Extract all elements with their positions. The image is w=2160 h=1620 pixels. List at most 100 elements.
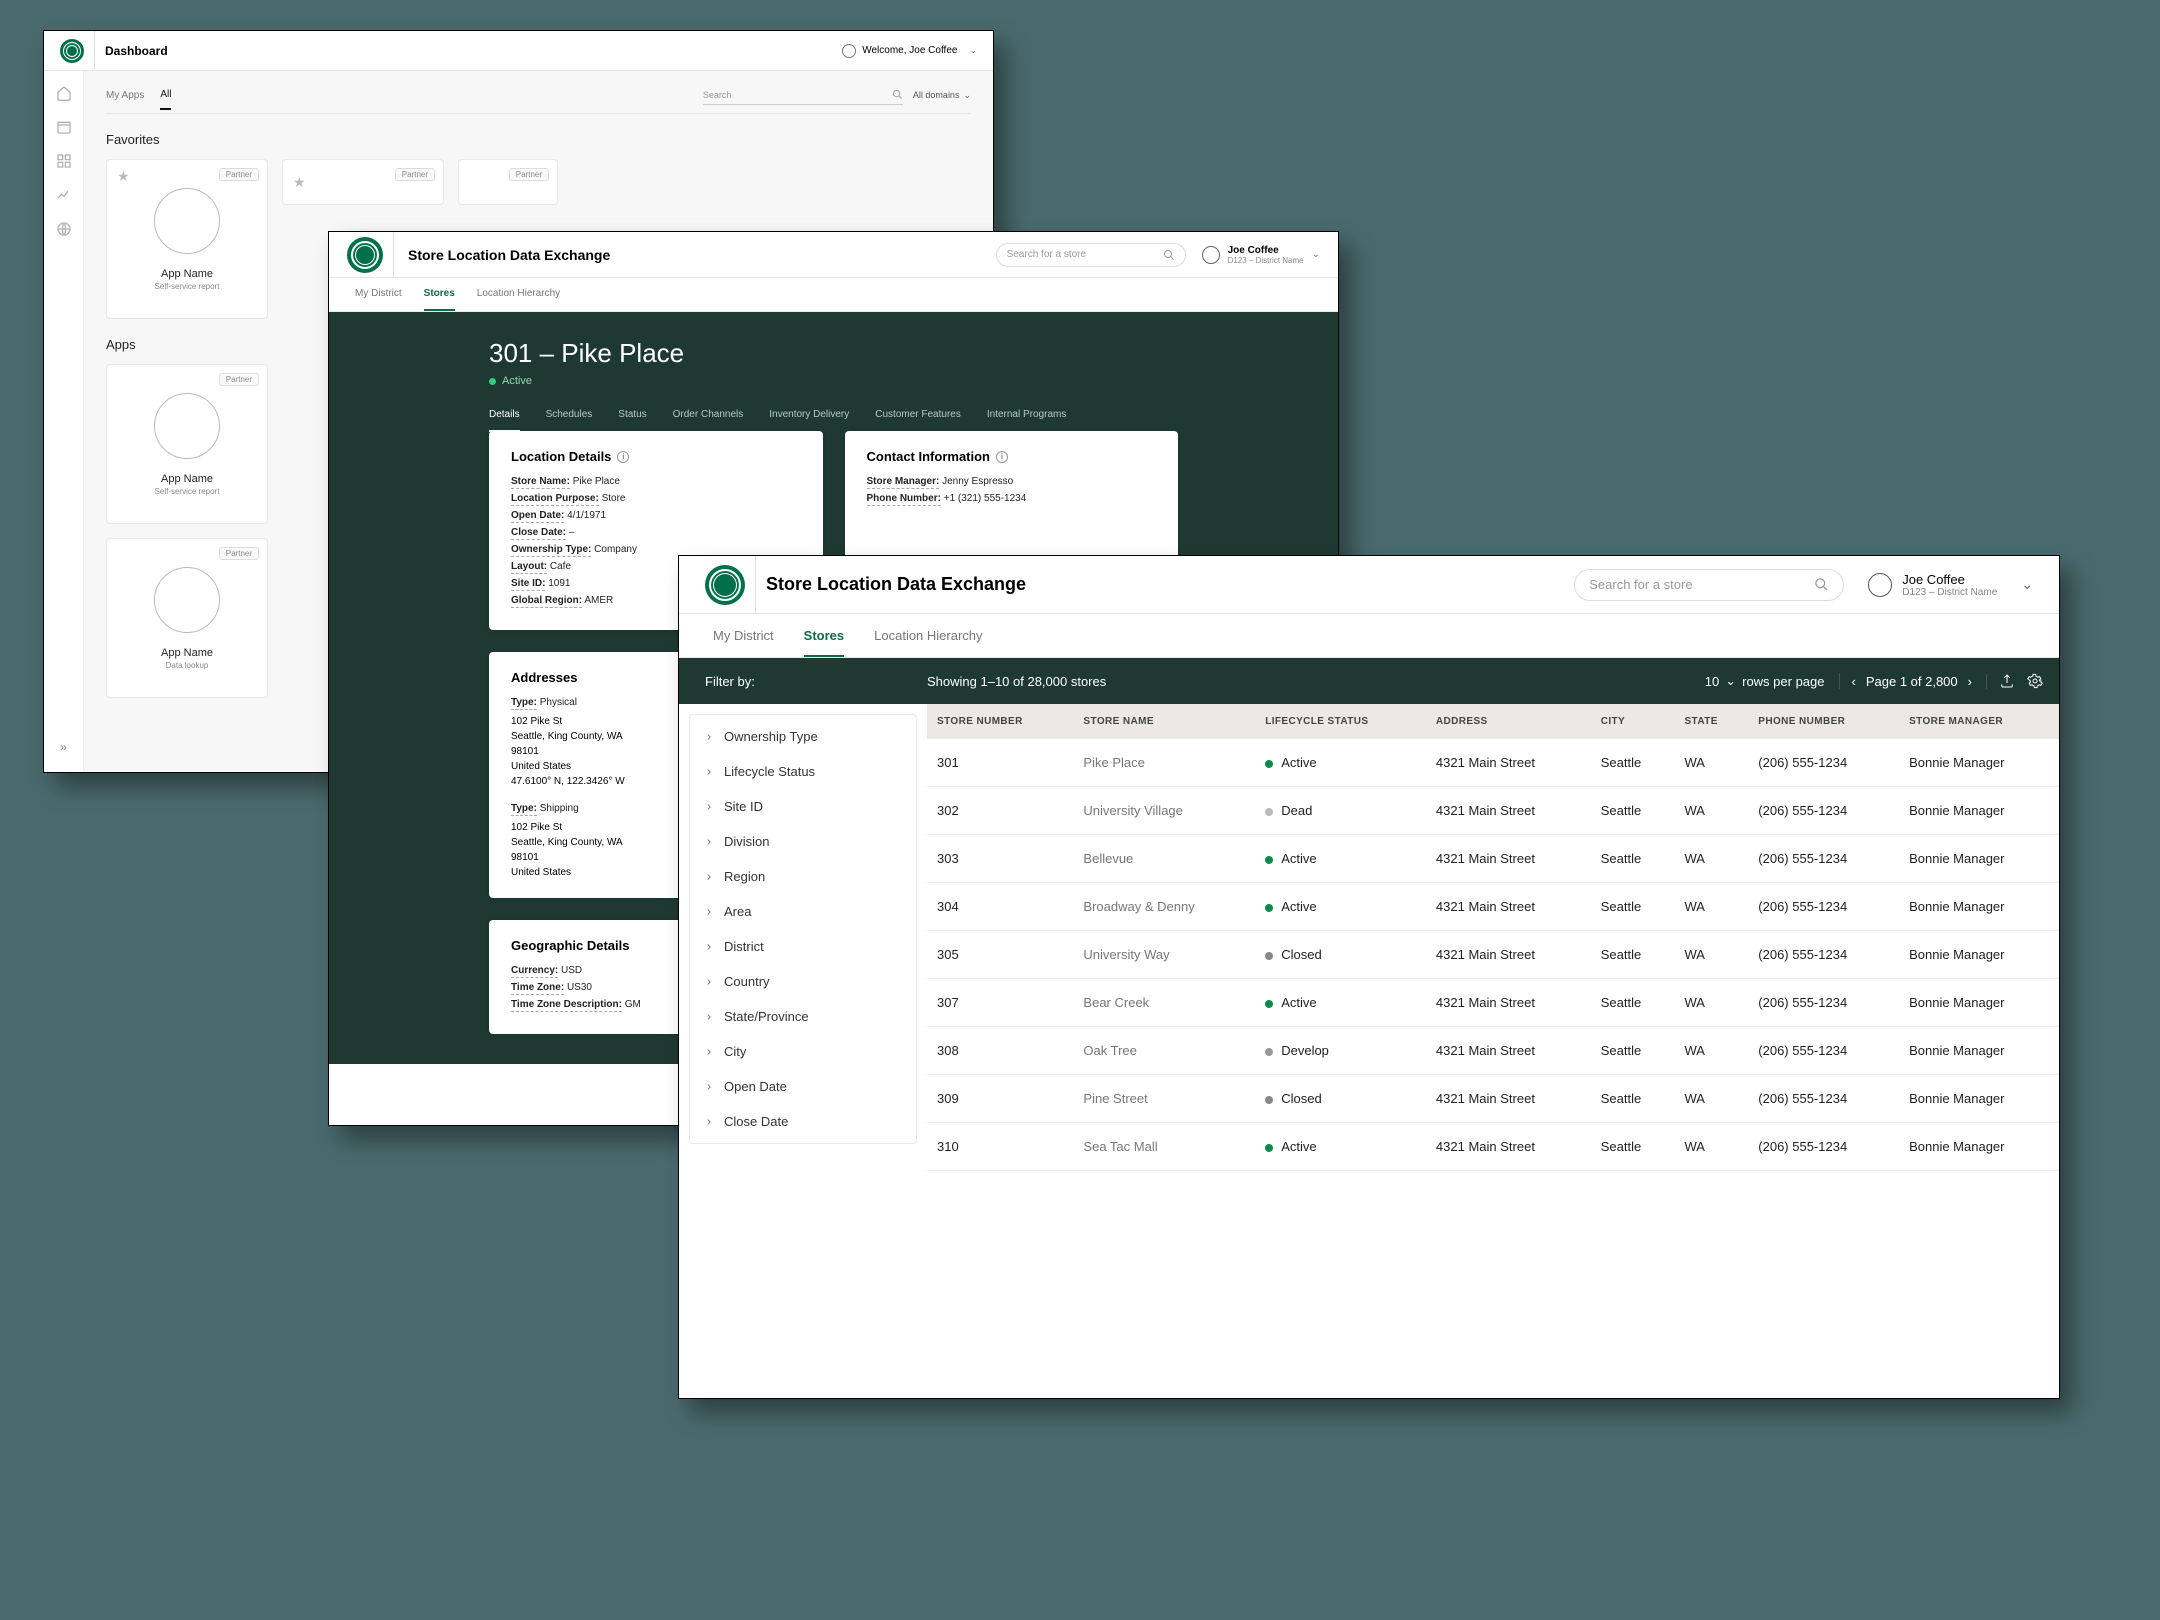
- avatar-icon: [1202, 246, 1220, 264]
- domain-dropdown[interactable]: All domains⌄: [913, 90, 971, 101]
- col-header[interactable]: LIFECYCLE STATUS: [1255, 704, 1426, 739]
- welcome-text: Welcome, Joe Coffee: [862, 45, 957, 56]
- chevron-down-icon: ⌄: [963, 90, 971, 101]
- app-card[interactable]: Partner App Name Self-service report: [106, 364, 268, 524]
- filter-city[interactable]: City: [690, 1034, 916, 1069]
- tab-stores[interactable]: Stores: [424, 288, 455, 311]
- tab-my-district[interactable]: My District: [355, 288, 402, 311]
- export-icon[interactable]: [1999, 673, 2015, 689]
- filter-region[interactable]: Region: [690, 859, 916, 894]
- subtab-schedules[interactable]: Schedules: [546, 409, 593, 432]
- info-icon[interactable]: i: [617, 451, 629, 463]
- home-icon[interactable]: [56, 85, 72, 101]
- tab-my-district[interactable]: My District: [713, 628, 774, 657]
- star-icon[interactable]: ★: [117, 168, 130, 185]
- table-row[interactable]: 307Bear CreekActive4321 Main StreetSeatt…: [927, 979, 2059, 1027]
- table-row[interactable]: 302University VillageDead4321 Main Stree…: [927, 787, 2059, 835]
- table-row[interactable]: 303BellevueActive4321 Main StreetSeattle…: [927, 835, 2059, 883]
- filter-close-date[interactable]: Close Date: [690, 1104, 916, 1139]
- app-subtitle: Data lookup: [166, 661, 209, 670]
- search-icon: [1814, 577, 1829, 592]
- app-name: App Name: [161, 473, 213, 485]
- col-header[interactable]: STORE NUMBER: [927, 704, 1073, 739]
- user-menu[interactable]: Joe Coffee D123 – District Name ⌄: [1202, 245, 1320, 265]
- search-input[interactable]: Search: [703, 85, 903, 105]
- table-row[interactable]: 305University WayClosed4321 Main StreetS…: [927, 931, 2059, 979]
- subtab-customer-features[interactable]: Customer Features: [875, 409, 961, 432]
- filter-site-id[interactable]: Site ID: [690, 789, 916, 824]
- app-card[interactable]: Partner App Name Data lookup: [106, 538, 268, 698]
- main-tabs: My District Stores Location Hierarchy: [679, 614, 2059, 658]
- subtab-inventory-delivery[interactable]: Inventory Delivery: [769, 409, 849, 432]
- app-title: Store Location Data Exchange: [766, 574, 1026, 595]
- app-name: App Name: [161, 647, 213, 659]
- col-header[interactable]: STORE NAME: [1073, 704, 1255, 739]
- expand-sidebar-icon[interactable]: »: [60, 740, 67, 754]
- divider: [393, 232, 394, 277]
- app-title: Store Location Data Exchange: [408, 247, 610, 263]
- pagination: ‹ Page 1 of 2,800 ›: [1852, 674, 1988, 689]
- store-hero: 301 – Pike Place Active Details Schedule…: [329, 312, 1338, 432]
- filter-state-province[interactable]: State/Province: [690, 999, 916, 1034]
- table-row[interactable]: 309Pine StreetClosed4321 Main StreetSeat…: [927, 1075, 2059, 1123]
- table-row[interactable]: 310Sea Tac MallActive4321 Main StreetSea…: [927, 1123, 2059, 1171]
- table-row[interactable]: 301Pike PlaceActive4321 Main StreetSeatt…: [927, 739, 2059, 787]
- chevron-down-icon: ⌄: [969, 45, 977, 56]
- partner-badge: Partner: [219, 547, 259, 560]
- stores-table: STORE NUMBERSTORE NAMELIFECYCLE STATUSAD…: [927, 704, 2059, 1171]
- star-icon[interactable]: ★: [293, 174, 306, 191]
- globe-icon[interactable]: [56, 221, 72, 237]
- col-header[interactable]: ADDRESS: [1426, 704, 1591, 739]
- search-placeholder: Search: [703, 90, 732, 100]
- subtab-order-channels[interactable]: Order Channels: [673, 409, 744, 432]
- brand-logo-icon: [60, 39, 84, 63]
- store-search-input[interactable]: Search for a store: [996, 243, 1186, 267]
- tab-stores[interactable]: Stores: [804, 628, 844, 657]
- user-menu[interactable]: Welcome, Joe Coffee ⌄: [842, 44, 977, 58]
- app-subtitle: Self-service report: [155, 282, 220, 291]
- settings-icon[interactable]: [2027, 673, 2043, 689]
- chart-icon[interactable]: [56, 187, 72, 203]
- app-card[interactable]: ★ Partner: [282, 159, 444, 205]
- chevron-down-icon: ⌄: [1312, 249, 1320, 260]
- col-header[interactable]: CITY: [1591, 704, 1675, 739]
- tab-location-hierarchy[interactable]: Location Hierarchy: [874, 628, 982, 657]
- filter-ownership-type[interactable]: Ownership Type: [690, 719, 916, 754]
- table-row[interactable]: 304Broadway & DennyActive4321 Main Stree…: [927, 883, 2059, 931]
- prev-page-button[interactable]: ‹: [1852, 674, 1856, 689]
- tab-my-apps[interactable]: My Apps: [106, 90, 144, 101]
- rows-per-page-dropdown[interactable]: 10 ⌄ rows per page: [1705, 673, 1840, 689]
- next-page-button[interactable]: ›: [1968, 674, 1972, 689]
- grid-icon[interactable]: [56, 153, 72, 169]
- filter-country[interactable]: Country: [690, 964, 916, 999]
- filter-open-date[interactable]: Open Date: [690, 1069, 916, 1104]
- filter-panel: Ownership TypeLifecycle StatusSite IDDiv…: [679, 704, 927, 1171]
- filter-division[interactable]: Division: [690, 824, 916, 859]
- brand-logo-icon: [347, 237, 383, 273]
- info-icon[interactable]: i: [996, 451, 1008, 463]
- filter-lifecycle-status[interactable]: Lifecycle Status: [690, 754, 916, 789]
- search-icon: [892, 89, 903, 100]
- filter-district[interactable]: District: [690, 929, 916, 964]
- app-card[interactable]: ★ Partner App Name Self-service report: [106, 159, 268, 319]
- col-header[interactable]: PHONE NUMBER: [1748, 704, 1899, 739]
- store-list-window: Store Location Data Exchange Search for …: [678, 555, 2060, 1399]
- subtab-status[interactable]: Status: [618, 409, 646, 432]
- calendar-icon[interactable]: [56, 119, 72, 135]
- user-menu[interactable]: Joe Coffee D123 – District Name ⌄: [1868, 572, 2033, 598]
- subtab-internal-programs[interactable]: Internal Programs: [987, 409, 1066, 432]
- search-placeholder: Search for a store: [1007, 249, 1086, 260]
- tab-all[interactable]: All: [160, 89, 171, 110]
- filter-area[interactable]: Area: [690, 894, 916, 929]
- user-name: Joe Coffee: [1228, 245, 1304, 256]
- table-row[interactable]: 308Oak TreeDevelop4321 Main StreetSeattl…: [927, 1027, 2059, 1075]
- store-title: 301 – Pike Place: [489, 338, 1178, 369]
- store-search-input[interactable]: Search for a store: [1574, 569, 1844, 601]
- col-header[interactable]: STORE MANAGER: [1899, 704, 2059, 739]
- search-icon: [1163, 249, 1175, 261]
- tab-location-hierarchy[interactable]: Location Hierarchy: [477, 288, 560, 311]
- subtab-details[interactable]: Details: [489, 409, 520, 432]
- app-header: Store Location Data Exchange Search for …: [679, 556, 2059, 614]
- col-header[interactable]: STATE: [1674, 704, 1748, 739]
- app-card[interactable]: Partner: [458, 159, 558, 205]
